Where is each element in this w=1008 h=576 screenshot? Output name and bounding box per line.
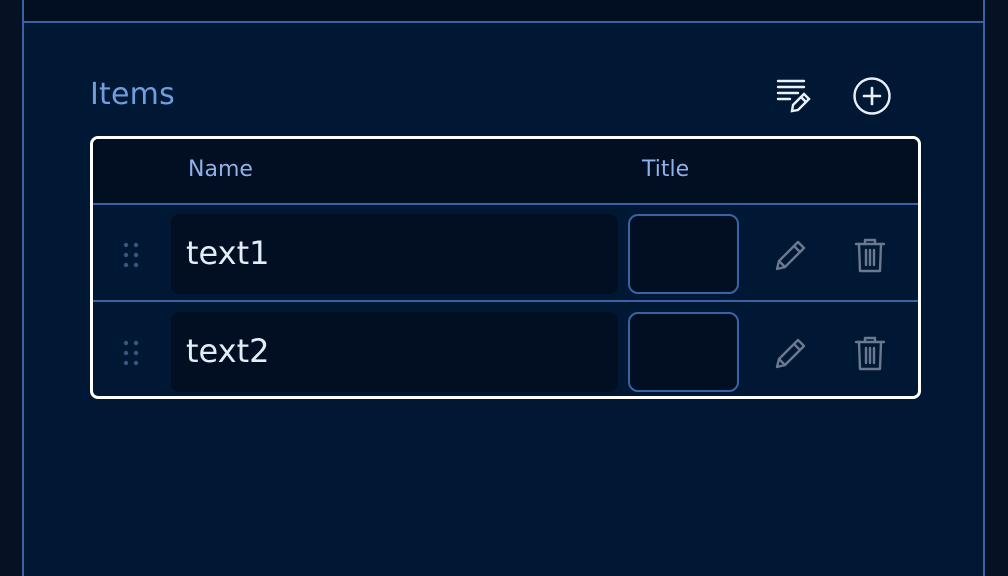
column-header-title: Title (642, 157, 690, 182)
plus-circle-icon (853, 77, 891, 115)
drag-handle-icon[interactable] (121, 339, 141, 367)
drag-handle-icon[interactable] (121, 241, 141, 269)
items-table: Name Title text1 text2 (90, 136, 921, 399)
bulk-edit-button[interactable] (772, 75, 812, 115)
title-field[interactable] (628, 214, 739, 294)
pencil-icon (775, 240, 806, 271)
table-header: Name Title (93, 139, 918, 205)
table-row: text2 (93, 303, 918, 396)
name-field[interactable]: text1 (171, 214, 618, 294)
column-header-name: Name (188, 157, 253, 182)
list-edit-icon (776, 79, 811, 113)
section-title: Items (90, 77, 175, 112)
add-item-button[interactable] (852, 76, 892, 116)
items-panel: Items Name Title text1 text2 (22, 0, 985, 576)
name-field[interactable]: text2 (171, 312, 618, 392)
trash-icon (854, 238, 886, 273)
edit-row-button[interactable] (771, 333, 811, 373)
delete-row-button[interactable] (850, 333, 890, 373)
pencil-icon (775, 338, 806, 369)
top-bar (24, 0, 983, 23)
title-field[interactable] (628, 312, 739, 392)
trash-icon (854, 336, 886, 371)
delete-row-button[interactable] (850, 235, 890, 275)
table-row: text1 (93, 205, 918, 302)
edit-row-button[interactable] (771, 235, 811, 275)
